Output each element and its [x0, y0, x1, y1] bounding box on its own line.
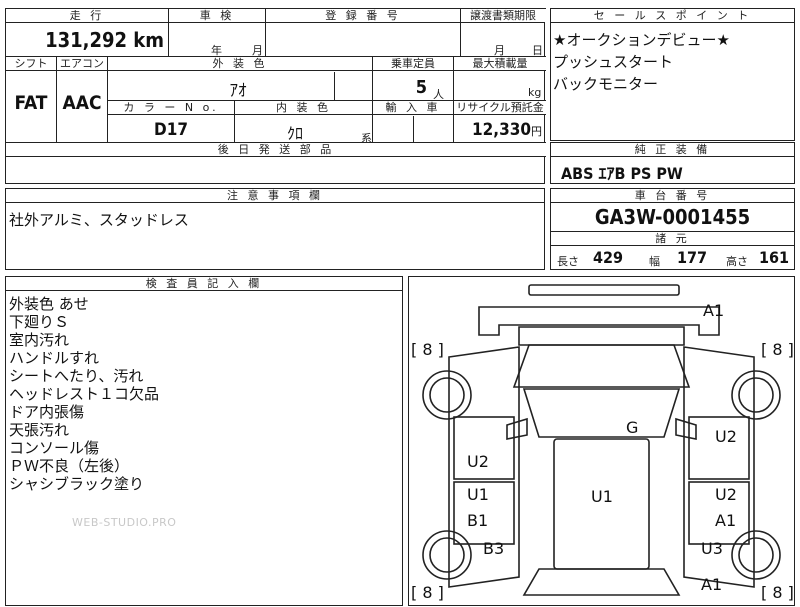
genuine-equipment-box: 純 正 装 備 ABS ｴｱB PS PW	[550, 142, 795, 184]
interior-color-value: ｸﾛ	[286, 124, 303, 143]
recycle-value: 12,330円	[454, 120, 546, 140]
mark-front-bumper: A1	[703, 301, 725, 320]
mark-left-rear-door-bottom: B1	[467, 511, 489, 530]
mark-right-front-door: U2	[715, 427, 737, 446]
spec-header: 諸 元	[551, 232, 794, 246]
sales-point-item: ★オークションデビュー★	[553, 31, 730, 49]
height-label: 高さ	[726, 255, 748, 268]
mileage-label: 走 行	[6, 9, 168, 23]
vehicle-info-table: 走 行 車 検 登 録 番 号 譲渡書類期限 131,292 km 年 月 月 …	[5, 8, 546, 184]
caution-text: 社外アルミ、スタッドレス	[9, 211, 189, 229]
capacity-label: 乗車定員	[373, 57, 453, 71]
note-line: シートへたり、汚れ	[9, 367, 144, 385]
note-line: 外装色 あせ	[9, 295, 89, 313]
sales-points-box: セ ー ル ス ポ イ ン ト ★オークションデビュー★ プッシュスタート バッ…	[550, 8, 795, 141]
mark-left-front-door: U2	[467, 452, 489, 471]
color-no-value: D17	[154, 120, 188, 140]
length-value: 429	[593, 248, 624, 267]
mark-right-rear-door-top: U2	[715, 485, 737, 504]
inspector-header: 検 査 員 記 入 欄	[6, 277, 402, 291]
ac-label: エアコン	[57, 57, 107, 71]
max-load-unit: kg	[528, 86, 542, 99]
shift-label: シフト	[6, 57, 56, 71]
mark-rear-bumper: A1	[701, 575, 723, 594]
recycle-amount: 12,330	[471, 120, 531, 140]
car-diagram-box: [ 8 ] [ 8 ] [ 8 ] [ 8 ] A1 G U2 U2 U1 B1…	[408, 276, 795, 606]
genuine-equipment-value: ABS ｴｱB PS PW	[561, 164, 683, 183]
interior-color-label: 内 装 色	[235, 101, 372, 115]
ac-value: AAC	[62, 92, 102, 114]
tire-label-rear-right: [ 8 ]	[761, 583, 794, 602]
import-label: 輸 入 車	[373, 101, 453, 115]
genuine-equipment-header: 純 正 装 備	[551, 143, 794, 157]
note-line: コンソール傷	[9, 439, 100, 457]
length-label: 長さ	[557, 255, 579, 268]
mark-roof: U1	[591, 487, 613, 506]
caution-box: 注 意 事 項 欄 社外アルミ、スタッドレス	[5, 188, 545, 270]
note-line: ドア内張傷	[9, 403, 85, 421]
capacity-value: 5	[415, 77, 427, 98]
shift-value: FAT	[14, 92, 48, 114]
sales-points-list: ★オークションデビュー★ プッシュスタート バックモニター	[553, 29, 730, 95]
sales-point-item: プッシュスタート	[553, 53, 674, 71]
note-line: ヘッドレスト１コ欠品	[9, 385, 160, 403]
mark-right-quarter: U3	[701, 539, 723, 558]
tire-label-rear-left: [ 8 ]	[411, 583, 444, 602]
caution-header: 注 意 事 項 欄	[6, 189, 544, 203]
tire-label-front-right: [ 8 ]	[761, 340, 794, 359]
exterior-color-label: 外 装 色	[108, 57, 372, 71]
tire-label-front-left: [ 8 ]	[411, 340, 444, 359]
max-load-label: 最大積載量	[454, 57, 546, 71]
inspection-label: 車 検	[169, 9, 265, 23]
recycle-unit: 円	[531, 125, 542, 138]
watermark: WEB-STUDIO.PRO	[72, 516, 177, 529]
mark-left-quarter: B3	[483, 539, 505, 558]
mark-left-rear-door-top: U1	[467, 485, 489, 504]
chassis-header: 車 台 番 号	[551, 189, 794, 203]
color-no-label: カ ラ ー N o.	[108, 101, 234, 115]
chassis-number: GA3W-0001455	[594, 205, 751, 229]
recycle-label: リサイクル預託金	[454, 101, 546, 115]
mileage-number: 131,292	[45, 28, 128, 52]
width-value: 177	[677, 248, 708, 267]
width-label: 幅	[649, 255, 660, 268]
inspector-notes: 外装色 あせ 下廻りＳ 室内汚れ ハンドルすれ シートへたり、汚れ ヘッドレスト…	[9, 295, 159, 493]
registration-label: 登 録 番 号	[266, 9, 460, 23]
mark-right-rear-door-bottom: A1	[715, 511, 737, 530]
mark-windshield: G	[626, 418, 639, 437]
note-line: 天張汚れ	[9, 421, 70, 439]
note-line: ＰＷ不良（左後）	[9, 457, 130, 475]
note-line: 室内汚れ	[9, 331, 70, 349]
chassis-box: 車 台 番 号 GA3W-0001455 諸 元 長さ 429 幅 177 高さ…	[550, 188, 795, 270]
note-line: シャシブラック塗り	[9, 475, 145, 493]
height-value: 161	[759, 248, 790, 267]
later-parts-label: 後 日 発 送 部 品	[6, 143, 546, 157]
note-line: ハンドルすれ	[9, 349, 100, 367]
mileage-value: 131,292 km	[6, 24, 168, 56]
mileage-unit: km	[133, 28, 164, 52]
sales-point-item: バックモニター	[553, 75, 659, 93]
exterior-color-value: ｱｵ	[229, 81, 247, 101]
inspector-box: 検 査 員 記 入 欄 外装色 あせ 下廻りＳ 室内汚れ ハンドルすれ シートへ…	[5, 276, 403, 606]
transfer-deadline-label: 譲渡書類期限	[461, 9, 545, 23]
sales-points-header: セ ー ル ス ポ イ ン ト	[551, 9, 794, 23]
note-line: 下廻りＳ	[9, 313, 70, 331]
